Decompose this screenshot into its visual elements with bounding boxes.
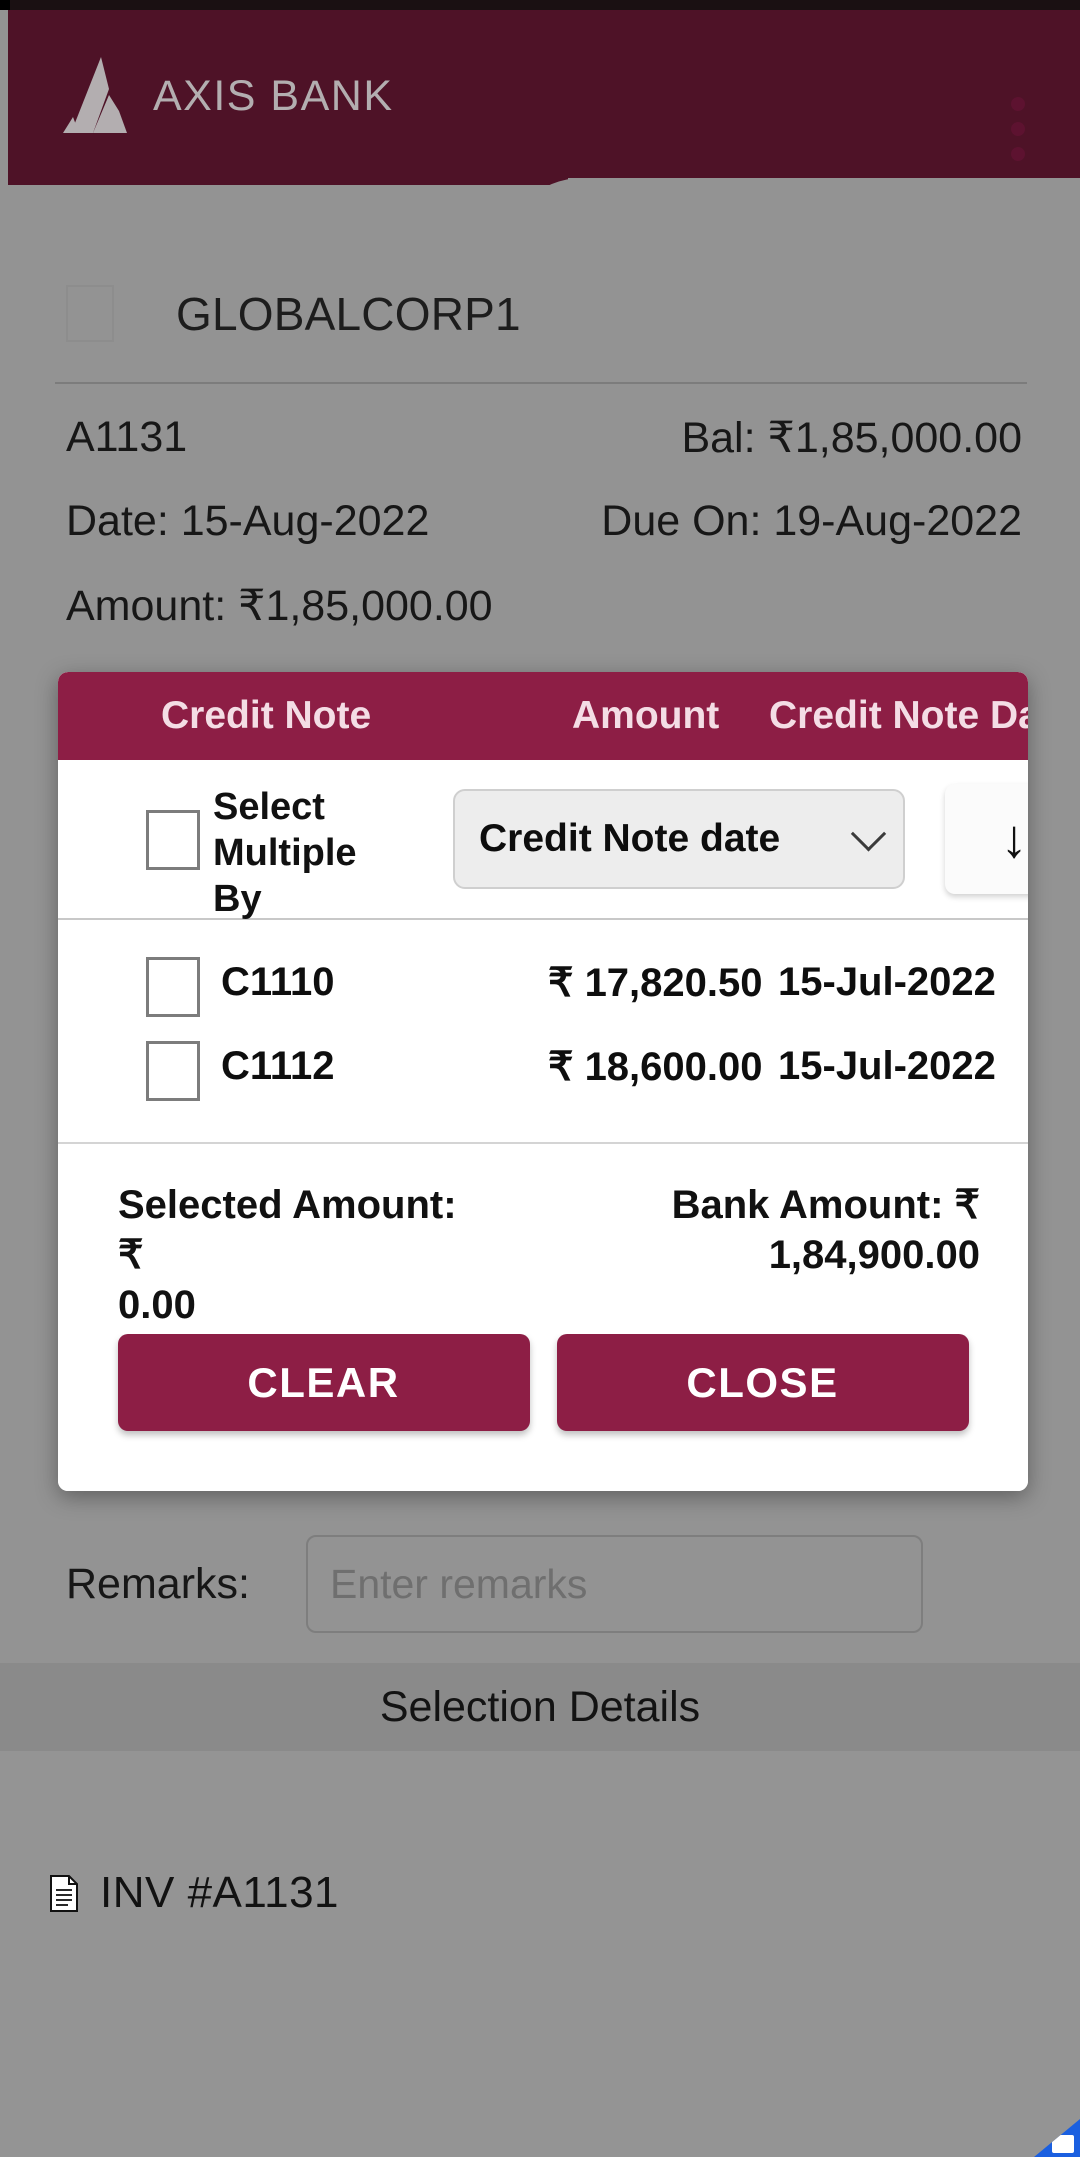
invoice-amount: Amount: ₹1,85,000.00 bbox=[66, 582, 493, 630]
section-divider bbox=[55, 382, 1027, 384]
header-notch-fill bbox=[568, 178, 1080, 185]
credit-note-date: 15-Jul-2022 bbox=[778, 1044, 996, 1088]
invoice-info-row: Date: 15-Aug-2022 Due On: 19-Aug-2022 bbox=[0, 497, 1080, 581]
column-header-credit-note-date: Credit Note Date bbox=[769, 694, 1028, 737]
list-item[interactable]: INV #A1131 bbox=[50, 1868, 339, 1918]
selected-amount: Selected Amount: ₹ 0.00 bbox=[118, 1180, 478, 1330]
column-header-amount: Amount bbox=[572, 694, 720, 737]
axis-logo-icon bbox=[63, 55, 139, 137]
selection-details-title: Selection Details bbox=[0, 1663, 1080, 1751]
navigation-handle-inner bbox=[1052, 2135, 1074, 2153]
credit-note-date: 15-Jul-2022 bbox=[778, 960, 996, 1004]
credit-note-table-header: Credit Note Amount Credit Note Date bbox=[58, 672, 1028, 760]
bank-amount-value: 1,84,900.00 bbox=[768, 1233, 980, 1277]
credit-note-list: C1110 ₹ 17,820.50 15-Jul-2022 C1112 ₹ 18… bbox=[58, 920, 1028, 1144]
remarks-row: Remarks: bbox=[0, 1535, 1080, 1633]
select-multiple-checkbox[interactable] bbox=[146, 810, 200, 870]
credit-note-id: C1110 bbox=[221, 960, 335, 1004]
bank-amount-label: Bank Amount: ₹ bbox=[671, 1183, 980, 1227]
credit-note-dialog: Credit Note Amount Credit Note Date Sele… bbox=[58, 672, 1028, 1491]
download-arrow-icon: ↓ bbox=[1000, 809, 1028, 869]
kebab-menu-icon[interactable] bbox=[1011, 97, 1025, 172]
invoice-date: Date: 15-Aug-2022 bbox=[66, 497, 430, 545]
download-button[interactable]: ↓ bbox=[945, 784, 1028, 894]
credit-note-checkbox[interactable] bbox=[146, 1041, 200, 1101]
corp-row: GLOBALCORP1 bbox=[0, 285, 1080, 342]
bank-amount: Bank Amount: ₹ 1,84,900.00 bbox=[620, 1180, 980, 1280]
remarks-input[interactable] bbox=[305, 1535, 923, 1633]
dialog-action-row: CLEAR CLOSE bbox=[58, 1334, 1028, 1491]
app-screen: AXIS BANK GLOBALCORP1 A1131 Bal: ₹1,85,0… bbox=[0, 0, 1080, 2157]
invoice-number: A1131 bbox=[66, 413, 188, 461]
selected-amount-label: Selected Amount: ₹ bbox=[118, 1183, 457, 1277]
invoice-info-row: Amount: ₹1,85,000.00 bbox=[0, 581, 1080, 665]
remarks-label: Remarks: bbox=[66, 1559, 250, 1608]
kebab-dot bbox=[1011, 122, 1025, 136]
list-item-label: INV #A1131 bbox=[100, 1868, 340, 1917]
document-icon bbox=[50, 1874, 78, 1912]
select-multiple-dropdown-value: Credit Note date bbox=[479, 817, 781, 860]
kebab-dot bbox=[1011, 97, 1025, 111]
credit-note-checkbox[interactable] bbox=[146, 957, 200, 1017]
select-multiple-label: Select Multiple By bbox=[213, 786, 357, 920]
table-row[interactable]: C1112 ₹ 18,600.00 15-Jul-2022 bbox=[58, 1032, 1028, 1116]
kebab-dot bbox=[1011, 147, 1025, 161]
app-header: AXIS BANK bbox=[8, 10, 1080, 185]
navigation-handle[interactable] bbox=[1034, 2119, 1080, 2157]
selected-amount-value: 0.00 bbox=[118, 1283, 196, 1327]
status-bar bbox=[0, 0, 1080, 10]
selection-details-body: INV #A1131 bbox=[0, 1751, 1080, 2157]
column-header-credit-note: Credit Note bbox=[161, 694, 372, 737]
close-button[interactable]: CLOSE bbox=[556, 1334, 969, 1431]
invoice-info-row: A1131 Bal: ₹1,85,000.00 bbox=[0, 413, 1080, 497]
brand-logo: AXIS BANK bbox=[63, 55, 394, 137]
credit-note-amount: ₹ 17,820.50 bbox=[548, 961, 763, 1005]
invoice-info: A1131 Bal: ₹1,85,000.00 Date: 15-Aug-202… bbox=[0, 413, 1080, 665]
credit-note-id: C1112 bbox=[221, 1044, 335, 1088]
invoice-due-on: Due On: 19-Aug-2022 bbox=[601, 497, 1022, 545]
table-row[interactable]: C1110 ₹ 17,820.50 15-Jul-2022 bbox=[58, 948, 1028, 1032]
totals-row: Selected Amount: ₹ 0.00 Bank Amount: ₹ 1… bbox=[58, 1144, 1028, 1334]
brand-name: AXIS BANK bbox=[153, 71, 394, 120]
chevron-down-icon bbox=[850, 815, 887, 852]
corp-select-checkbox[interactable] bbox=[66, 285, 114, 342]
clear-button[interactable]: CLEAR bbox=[117, 1334, 530, 1431]
corp-name: GLOBALCORP1 bbox=[176, 287, 521, 340]
credit-note-amount: ₹ 18,600.00 bbox=[548, 1045, 763, 1089]
status-bar-left bbox=[0, 0, 10, 10]
select-multiple-row: Select Multiple By Credit Note date ↓ bbox=[58, 760, 1028, 920]
select-multiple-dropdown[interactable]: Credit Note date bbox=[453, 789, 905, 889]
invoice-balance: Bal: ₹1,85,000.00 bbox=[681, 414, 1022, 462]
